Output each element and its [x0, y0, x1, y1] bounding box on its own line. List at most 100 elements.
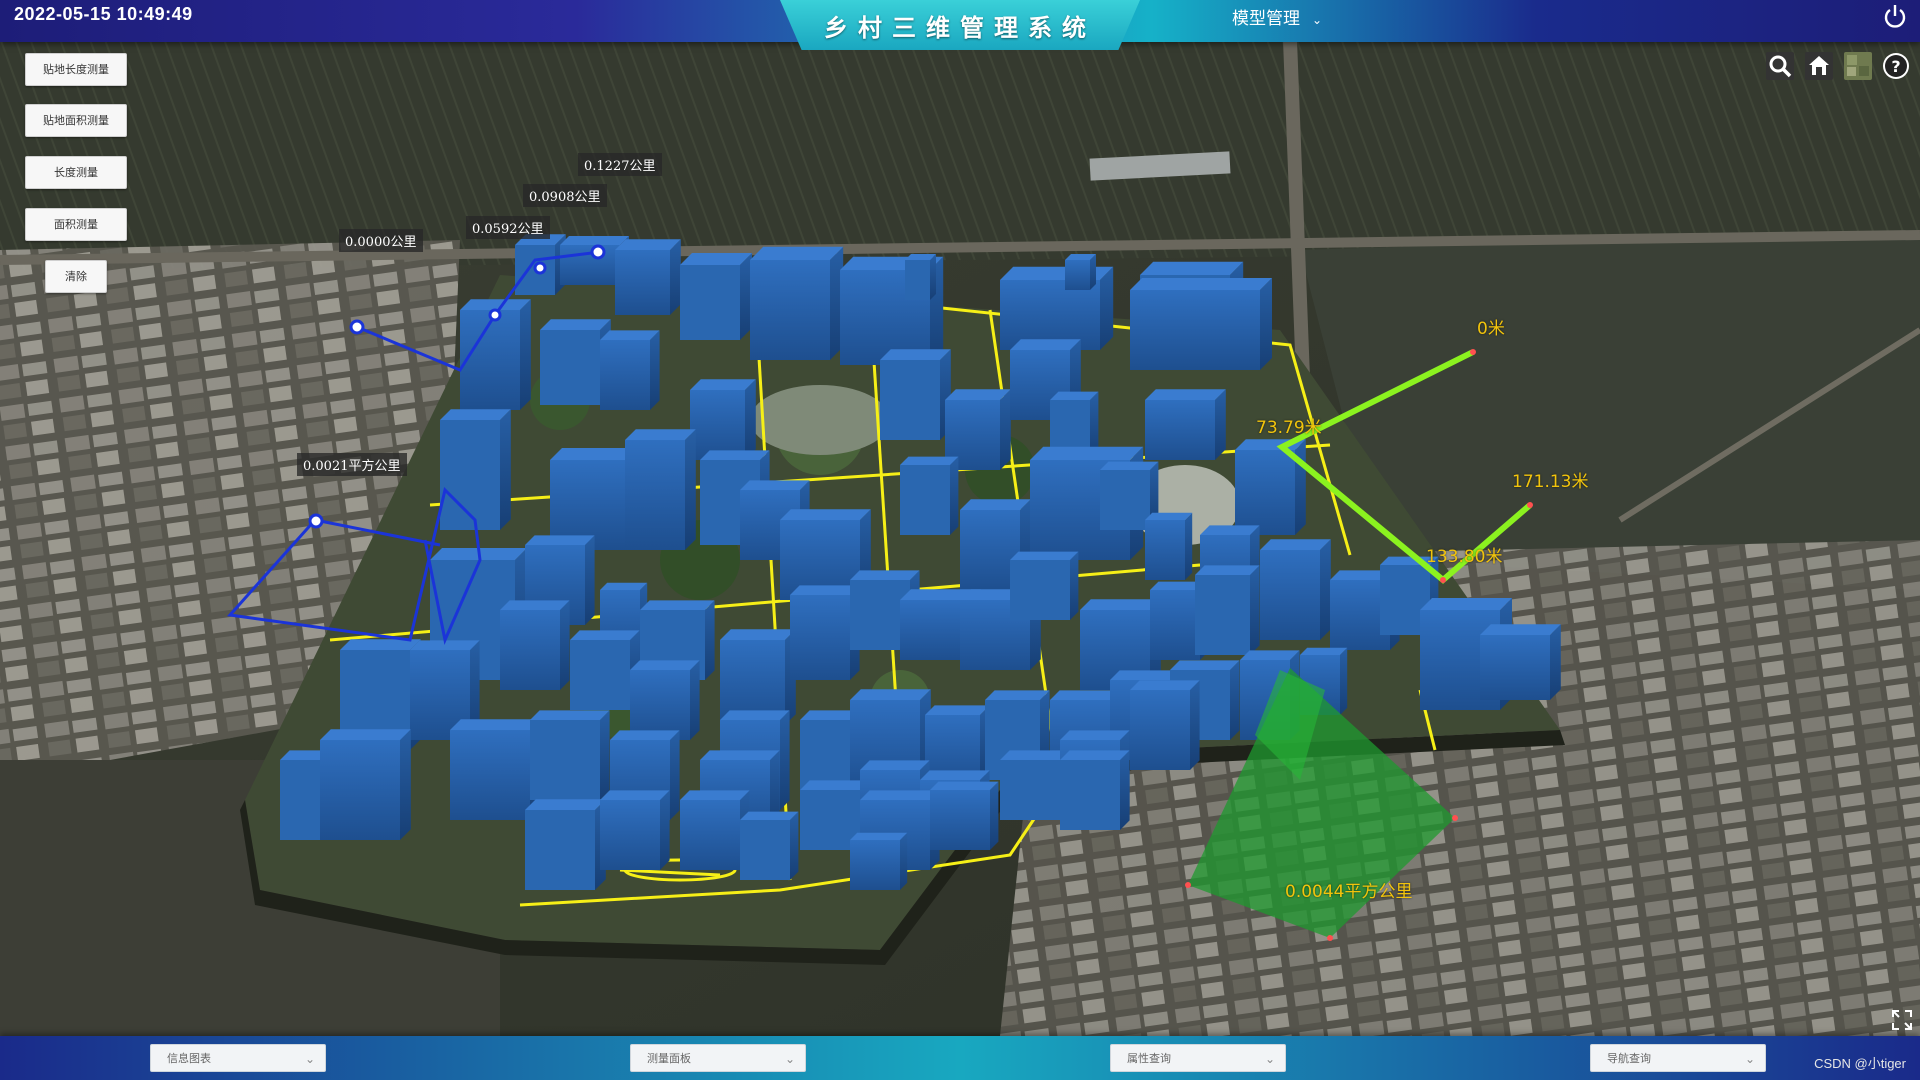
building-front: [1145, 400, 1215, 460]
building-side: [670, 730, 680, 820]
length-label: 171.13米: [1512, 472, 1589, 492]
building-side: [1185, 512, 1193, 580]
building-front: [1145, 520, 1185, 580]
building[interactable]: [320, 729, 411, 840]
building-roof: [860, 760, 930, 770]
building[interactable]: [680, 253, 752, 340]
building[interactable]: [570, 630, 640, 710]
length-label: 133.80米: [1426, 547, 1503, 567]
building[interactable]: [525, 799, 606, 890]
building-front: [1060, 760, 1120, 830]
building[interactable]: [440, 409, 511, 530]
building[interactable]: [1260, 539, 1331, 640]
building-side: [950, 456, 959, 535]
building[interactable]: [1145, 512, 1193, 580]
building[interactable]: [790, 585, 860, 680]
building[interactable]: [930, 781, 999, 850]
building[interactable]: [625, 429, 696, 550]
building-roof: [1420, 598, 1512, 610]
building[interactable]: [1130, 278, 1272, 370]
building-roof: [610, 730, 680, 740]
building[interactable]: [690, 379, 756, 460]
building[interactable]: [1000, 750, 1070, 820]
building[interactable]: [905, 254, 936, 300]
fullscreen-icon[interactable]: [1890, 1008, 1914, 1032]
building-roof: [600, 790, 670, 800]
building-front: [790, 595, 850, 680]
building-side: [1550, 624, 1561, 700]
home-icon[interactable]: [1803, 50, 1835, 82]
ground-length-measure-button[interactable]: 贴地长度测量: [25, 53, 127, 86]
building[interactable]: [1065, 254, 1096, 290]
building[interactable]: [450, 719, 541, 820]
building-front: [1065, 260, 1090, 290]
search-icon[interactable]: [1764, 50, 1796, 82]
building[interactable]: [1060, 750, 1130, 830]
ground-length-label: 0.0592公里: [466, 216, 550, 239]
building-roof: [720, 710, 790, 720]
building-roof: [1010, 339, 1081, 350]
help-icon[interactable]: ?: [1880, 50, 1912, 82]
building-front: [625, 440, 685, 550]
building-side: [1215, 389, 1226, 460]
building-roof: [1000, 750, 1070, 760]
building-front: [525, 810, 595, 890]
map-viewport[interactable]: 2022-05-15 10:49:49 乡村三维管理系统 模型管理 ⌄ 贴地长度测…: [0, 0, 1920, 1080]
building[interactable]: [630, 660, 700, 740]
building[interactable]: [600, 790, 670, 870]
3d-scene[interactable]: [0, 0, 1920, 1080]
building-front: [690, 390, 745, 460]
building-side: [1190, 680, 1200, 770]
area-measure-button[interactable]: 面积测量: [25, 208, 127, 241]
building-side: [780, 710, 790, 810]
building[interactable]: [1480, 624, 1561, 700]
building[interactable]: [740, 811, 799, 880]
building[interactable]: [1195, 565, 1260, 655]
building-front: [740, 820, 790, 880]
building-roof: [690, 379, 756, 390]
building[interactable]: [500, 600, 570, 690]
power-icon[interactable]: [1880, 2, 1910, 32]
building[interactable]: [900, 456, 959, 535]
building-side: [520, 299, 531, 410]
building[interactable]: [850, 832, 908, 890]
building-roof: [1100, 461, 1159, 470]
building-roof: [530, 710, 610, 720]
building[interactable]: [1000, 266, 1114, 350]
ground-area-measure-button[interactable]: 贴地面积测量: [25, 104, 127, 137]
info-chart-select[interactable]: 信息图表 ⌄: [150, 1044, 326, 1072]
measure-panel-select[interactable]: 测量面板 ⌄: [630, 1044, 806, 1072]
length-label: 73.79米: [1256, 418, 1322, 438]
building-roof: [1060, 730, 1130, 740]
building-front: [680, 265, 740, 340]
length-measure-button[interactable]: 长度测量: [25, 156, 127, 189]
building[interactable]: [1010, 551, 1079, 620]
building-roof: [680, 253, 752, 265]
building-front: [750, 260, 830, 360]
building[interactable]: [600, 330, 660, 410]
building[interactable]: [530, 710, 610, 800]
building[interactable]: [615, 239, 681, 315]
building[interactable]: [1235, 439, 1306, 535]
layer-icon[interactable]: [1842, 50, 1874, 82]
bottom-bar: 信息图表 ⌄ 测量面板 ⌄ 属性查询 ⌄ 导航查询 ⌄ CSDN @小tiger: [0, 1036, 1920, 1080]
building[interactable]: [1145, 389, 1226, 460]
building[interactable]: [680, 790, 750, 870]
attribute-query-select[interactable]: 属性查询 ⌄: [1110, 1044, 1286, 1072]
building[interactable]: [1130, 680, 1200, 770]
building[interactable]: [880, 349, 951, 440]
select-value: 属性查询: [1127, 1052, 1171, 1065]
model-management-menu[interactable]: 模型管理 ⌄: [1232, 4, 1322, 29]
building-front: [1480, 635, 1550, 700]
building[interactable]: [750, 246, 844, 360]
navigation-query-select[interactable]: 导航查询 ⌄: [1590, 1044, 1766, 1072]
clear-button[interactable]: 清除: [45, 260, 107, 293]
building-roof: [1080, 599, 1161, 610]
building-side: [660, 790, 670, 870]
building-front: [1195, 575, 1250, 655]
building-side: [1100, 266, 1114, 350]
building-side: [500, 409, 511, 530]
building-side: [1320, 539, 1331, 640]
building-roof: [850, 570, 920, 580]
building-side: [1090, 254, 1096, 290]
